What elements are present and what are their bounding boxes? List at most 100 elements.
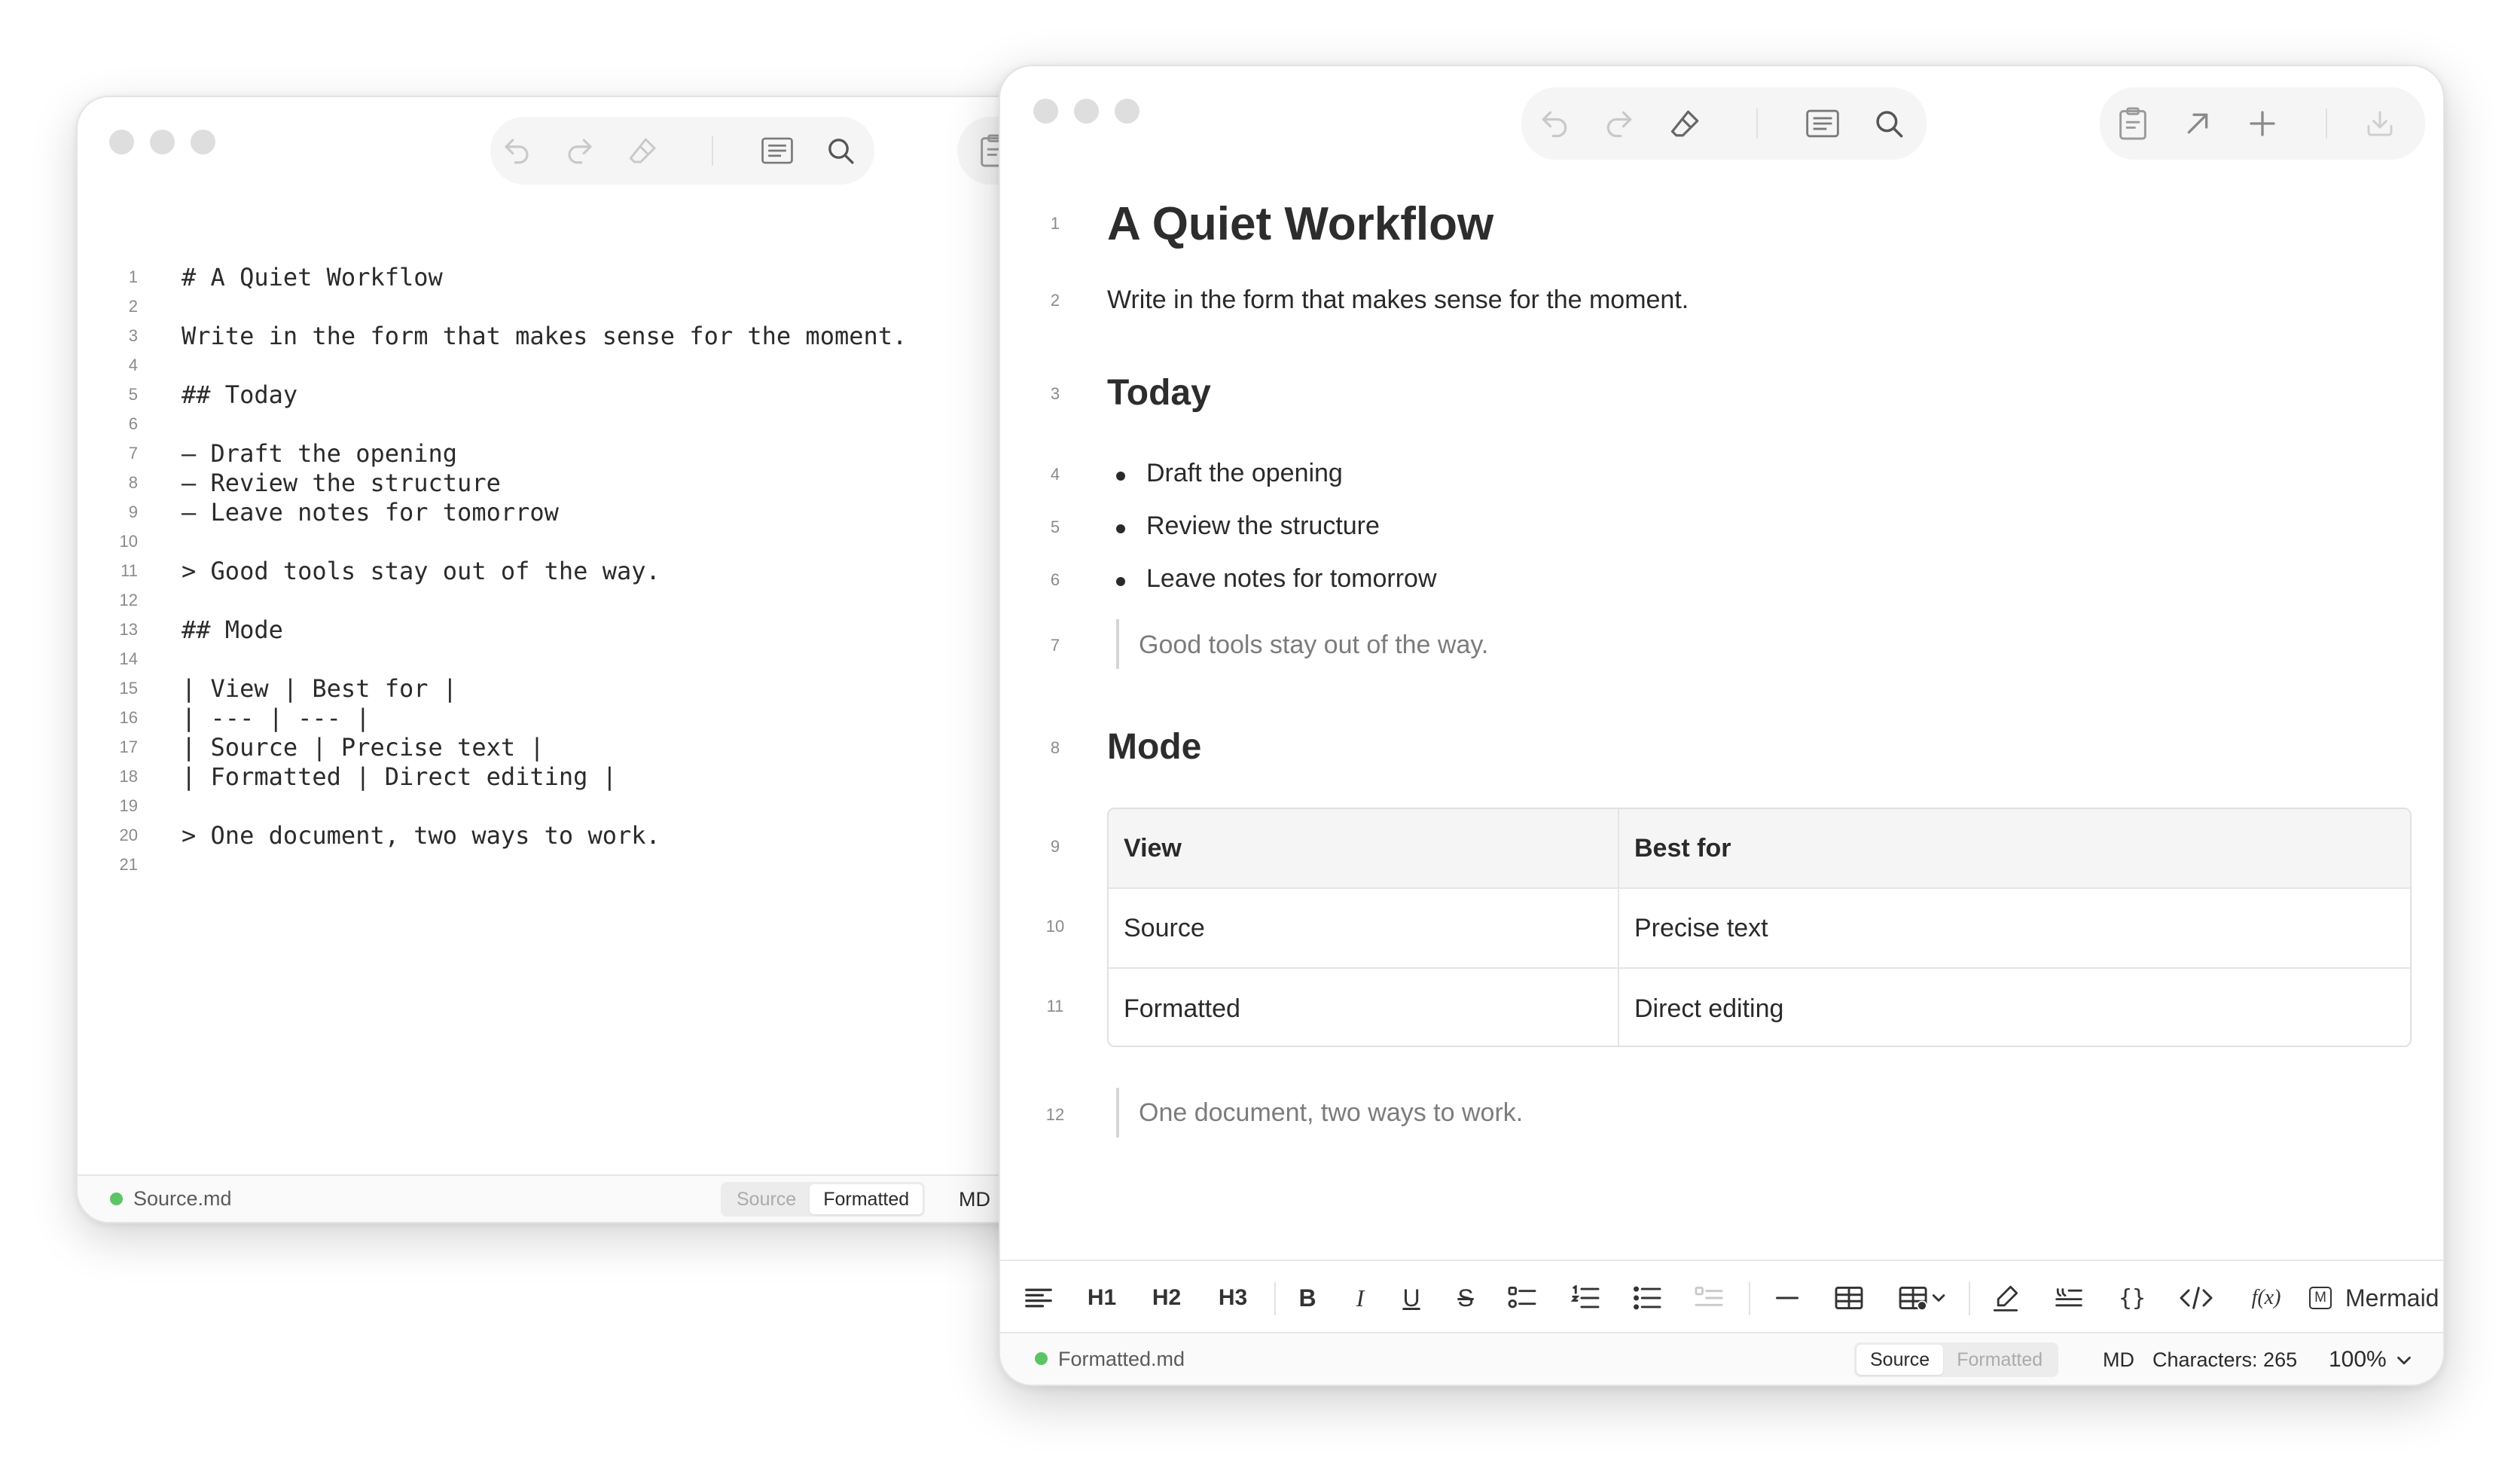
source-line[interactable]: 9 – Leave notes for tomorrow (78, 497, 1049, 527)
source-line[interactable]: 10 (78, 527, 1049, 556)
search-icon[interactable] (822, 132, 859, 169)
source-line[interactable]: 13 ## Mode (78, 615, 1049, 644)
table-cell[interactable]: Direct editing (1634, 969, 1783, 1046)
indent-icon[interactable] (1683, 1261, 1735, 1335)
share-arrow-icon[interactable] (2178, 104, 2217, 143)
intro-paragraph[interactable]: Write in the form that makes sense for t… (1107, 286, 1689, 315)
source-line[interactable]: 5 ## Today (78, 380, 1049, 409)
outline-icon[interactable] (1803, 104, 1842, 143)
source-line[interactable]: 17 | Source | Precise text | (78, 732, 1049, 762)
eraser-icon[interactable] (1666, 104, 1705, 143)
heading-mode[interactable]: Mode (1107, 726, 1201, 768)
line-text[interactable]: – Draft the opening (182, 439, 457, 468)
search-icon[interactable] (1869, 104, 1908, 143)
table-header-cell[interactable]: View (1124, 809, 1182, 887)
zoom-dropdown[interactable]: 100% (2329, 1347, 2411, 1373)
line-text[interactable]: # A Quiet Workflow (182, 263, 443, 292)
close-window-button[interactable] (1033, 99, 1058, 124)
strikethrough-button[interactable]: S (1443, 1261, 1488, 1335)
list-item[interactable]: Draft the opening (1146, 459, 1343, 488)
source-line[interactable]: 6 (78, 409, 1049, 438)
line-text[interactable]: Write in the form that makes sense for t… (182, 322, 907, 350)
line-text[interactable]: | Formatted | Direct editing | (182, 762, 617, 791)
italic-button[interactable]: I (1338, 1261, 1383, 1335)
quote-block-icon[interactable] (2043, 1261, 2095, 1335)
format-label[interactable]: MD (959, 1188, 990, 1211)
mode-table[interactable]: View Best for Source Precise text Format… (1107, 808, 2412, 1047)
line-text[interactable]: | Source | Precise text | (182, 733, 545, 762)
inline-code-icon[interactable] (2168, 1261, 2225, 1335)
zoom-window-button[interactable] (191, 130, 215, 154)
source-line[interactable]: 16 | --- | --- | (78, 703, 1049, 732)
eraser-icon[interactable] (624, 132, 662, 169)
undo-icon[interactable] (1535, 104, 1574, 143)
view-mode-toggle[interactable]: Source Formatted (721, 1182, 926, 1217)
line-text[interactable]: > Good tools stay out of the way. (182, 557, 661, 585)
line-text[interactable]: – Review the structure (182, 469, 501, 497)
heading-2-button[interactable]: H2 (1140, 1261, 1193, 1335)
source-line[interactable]: 3 Write in the form that makes sense for … (78, 321, 1049, 350)
download-icon[interactable] (2360, 104, 2399, 143)
heading-1-button[interactable]: H1 (1075, 1261, 1128, 1335)
minimize-window-button[interactable] (150, 130, 175, 154)
table-icon[interactable] (1823, 1261, 1875, 1335)
source-line[interactable]: 14 (78, 644, 1049, 673)
blockquote[interactable]: One document, two ways to work. (1139, 1098, 1523, 1128)
line-text[interactable]: – Leave notes for tomorrow (182, 498, 559, 527)
formatted-mode-button[interactable]: Formatted (810, 1184, 923, 1214)
source-line[interactable]: 4 (78, 350, 1049, 380)
document-title[interactable]: A Quiet Workflow (1107, 197, 1493, 251)
source-line[interactable]: 21 (78, 850, 1049, 879)
line-text[interactable]: > One document, two ways to work. (182, 821, 661, 850)
view-mode-toggle[interactable]: Source Formatted (1854, 1342, 2059, 1377)
numbered-list-icon[interactable] (1559, 1261, 1612, 1335)
list-item[interactable]: Leave notes for tomorrow (1146, 564, 1437, 594)
line-text[interactable]: ## Mode (182, 615, 283, 644)
blockquote[interactable]: Good tools stay out of the way. (1139, 631, 1488, 660)
horizontal-rule-icon[interactable] (1761, 1261, 1814, 1335)
source-line[interactable]: 19 (78, 791, 1049, 820)
heading-3-button[interactable]: H3 (1207, 1261, 1259, 1335)
new-document-plus-icon[interactable] (2243, 104, 2282, 143)
source-mode-button[interactable]: Source (723, 1184, 810, 1214)
zoom-window-button[interactable] (1115, 99, 1139, 124)
mermaid-button[interactable]: M Mermaid (2309, 1261, 2443, 1335)
line-text[interactable]: | --- | --- | (182, 704, 370, 732)
formatted-mode-button[interactable]: Formatted (1943, 1345, 2056, 1375)
line-text[interactable]: | View | Best for | (182, 674, 457, 703)
undo-icon[interactable] (498, 132, 535, 169)
source-line[interactable]: 12 (78, 585, 1049, 615)
source-line[interactable]: 8 – Review the structure (78, 468, 1049, 497)
bullet-list-icon[interactable] (1621, 1261, 1673, 1335)
minimize-window-button[interactable] (1074, 99, 1099, 124)
source-line[interactable]: 1 # A Quiet Workflow (78, 262, 1049, 292)
table-header-cell[interactable]: Best for (1634, 809, 1731, 887)
format-label[interactable]: MD (2103, 1348, 2134, 1372)
outline-icon[interactable] (758, 132, 796, 169)
bold-button[interactable]: B (1285, 1261, 1330, 1335)
clipboard-icon[interactable] (2113, 104, 2152, 143)
source-line[interactable]: 15 | View | Best for | (78, 673, 1049, 703)
source-line[interactable]: 11 > Good tools stay out of the way. (78, 556, 1049, 585)
source-line[interactable]: 2 (78, 292, 1049, 321)
align-left-icon[interactable] (1015, 1261, 1062, 1335)
redo-icon[interactable] (1600, 104, 1639, 143)
code-block-button[interactable]: {} (2106, 1261, 2158, 1335)
formula-button[interactable]: f(x) (2234, 1261, 2299, 1335)
list-item[interactable]: Review the structure (1146, 512, 1380, 541)
highlighter-icon[interactable] (1979, 1261, 2032, 1335)
table-cell[interactable]: Source (1124, 889, 1205, 967)
source-line[interactable]: 7 – Draft the opening (78, 438, 1049, 468)
underline-button[interactable]: U (1389, 1261, 1434, 1335)
source-line[interactable]: 18 | Formatted | Direct editing | (78, 762, 1049, 791)
source-mode-button[interactable]: Source (1856, 1345, 1944, 1375)
line-text[interactable]: ## Today (182, 380, 297, 409)
source-line[interactable]: 20 > One document, two ways to work. (78, 820, 1049, 850)
table-cell[interactable]: Precise text (1634, 889, 1768, 967)
redo-icon[interactable] (561, 132, 599, 169)
table-cell[interactable]: Formatted (1124, 969, 1240, 1046)
task-list-icon[interactable] (1496, 1261, 1548, 1335)
table-options-dropdown-icon[interactable] (1886, 1261, 1958, 1335)
heading-today[interactable]: Today (1107, 372, 1211, 414)
close-window-button[interactable] (109, 130, 134, 154)
